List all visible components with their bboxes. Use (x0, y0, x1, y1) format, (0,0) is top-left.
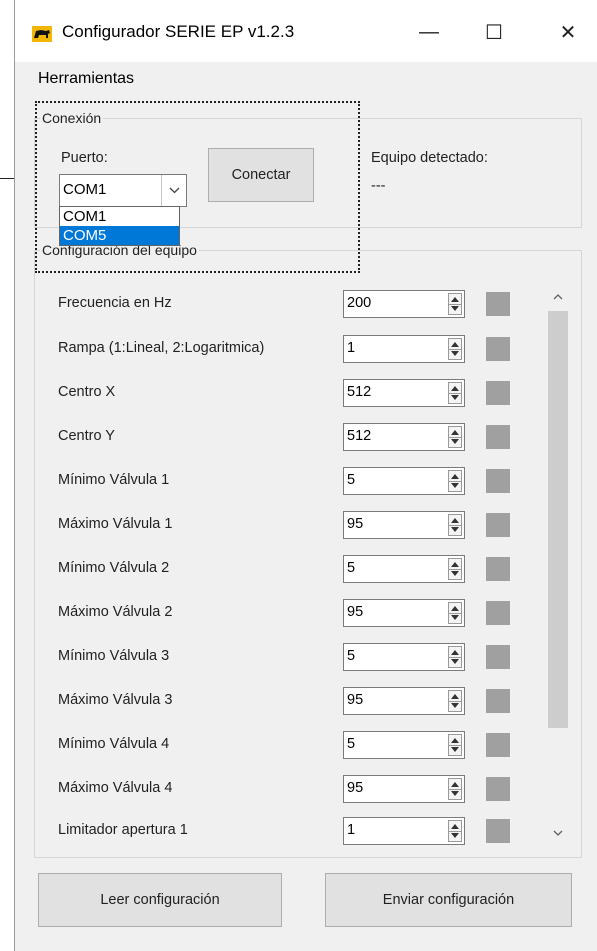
close-button[interactable]: ✕ (548, 14, 588, 50)
spinner-icon[interactable] (448, 338, 462, 360)
spinner-icon[interactable] (448, 426, 462, 448)
config-value-input[interactable]: 95 (343, 687, 465, 715)
spinner-icon[interactable] (448, 514, 462, 536)
config-row-label: Mínimo Válvula 1 (58, 472, 170, 488)
status-indicator (486, 513, 510, 537)
config-row-label: Centro Y (58, 428, 115, 444)
status-indicator (486, 733, 510, 757)
spinner-icon[interactable] (448, 382, 462, 404)
config-row: Frecuencia en Hz 200 (15, 290, 535, 320)
config-row: Máximo Válvula 3 95 (15, 687, 535, 717)
app-window: Configurador SERIE EP v1.2.3 — ☐ ✕ Herra… (14, 0, 597, 951)
config-value-input[interactable]: 5 (343, 643, 465, 671)
config-row-label: Máximo Válvula 1 (58, 516, 173, 532)
config-value-input[interactable]: 95 (343, 511, 465, 539)
maximize-button[interactable]: ☐ (474, 14, 514, 50)
spinner-icon[interactable] (448, 470, 462, 492)
config-value-input[interactable]: 95 (343, 775, 465, 803)
config-row-label: Limitador apertura 1 (58, 822, 188, 838)
config-row-label: Máximo Válvula 3 (58, 692, 173, 708)
spinner-icon[interactable] (448, 646, 462, 668)
config-row-label: Centro X (58, 384, 116, 400)
config-row: Máximo Válvula 4 95 (15, 775, 535, 805)
config-row-label: Frecuencia en Hz (58, 295, 172, 311)
config-row: Centro X 512 (15, 379, 535, 409)
status-indicator (486, 601, 510, 625)
config-row-label: Máximo Válvula 4 (58, 780, 173, 796)
spinner-icon[interactable] (448, 293, 462, 315)
window-title: Configurador SERIE EP v1.2.3 (62, 22, 295, 41)
minimize-button[interactable]: — (409, 14, 449, 50)
config-row-label: Máximo Válvula 2 (58, 604, 173, 620)
config-row: Máximo Válvula 1 95 (15, 511, 535, 541)
menu-herramientas[interactable]: Herramientas (38, 70, 134, 88)
config-scrollbar[interactable] (548, 283, 568, 845)
spinner-icon[interactable] (448, 602, 462, 624)
annotation-highlight-box (35, 101, 360, 273)
config-value-input[interactable]: 512 (343, 423, 465, 451)
menu-bar: Herramientas (15, 62, 597, 94)
config-row-label: Mínimo Válvula 2 (58, 560, 170, 576)
spinner-icon[interactable] (448, 734, 462, 756)
config-row-label: Mínimo Válvula 4 (58, 736, 170, 752)
config-row: Mínimo Válvula 2 5 (15, 555, 535, 585)
config-value-input[interactable]: 5 (343, 467, 465, 495)
status-indicator (486, 557, 510, 581)
config-row: Mínimo Válvula 3 5 (15, 643, 535, 673)
status-indicator (486, 777, 510, 801)
config-value-input[interactable]: 512 (343, 379, 465, 407)
config-row: Mínimo Válvula 1 5 (15, 467, 535, 497)
spinner-icon[interactable] (448, 558, 462, 580)
send-config-button[interactable]: Enviar configuración (325, 873, 572, 927)
spinner-icon[interactable] (448, 820, 462, 842)
config-value-input[interactable]: 5 (343, 731, 465, 759)
spinner-icon[interactable] (448, 778, 462, 800)
config-value-input[interactable]: 200 (343, 290, 465, 318)
title-bar: Configurador SERIE EP v1.2.3 — ☐ ✕ (15, 0, 597, 62)
config-row: Centro Y 512 (15, 423, 535, 453)
read-config-button[interactable]: Leer configuración (38, 873, 282, 927)
scroll-up-icon[interactable] (548, 287, 568, 307)
config-value-input[interactable]: 95 (343, 599, 465, 627)
config-row: Mínimo Válvula 4 5 (15, 731, 535, 761)
status-indicator (486, 689, 510, 713)
config-row: Rampa (1:Lineal, 2:Logaritmica) 1 (15, 335, 535, 365)
app-logo-icon (32, 26, 52, 42)
scrollbar-thumb[interactable] (548, 311, 568, 728)
config-row: Limitador apertura 1 1 (15, 817, 535, 847)
config-row-label: Rampa (1:Lineal, 2:Logaritmica) (58, 340, 265, 356)
status-indicator (486, 292, 510, 316)
status-indicator (486, 381, 510, 405)
config-row-label: Mínimo Válvula 3 (58, 648, 170, 664)
config-value-input[interactable]: 1 (343, 817, 465, 845)
detected-device-value: --- (371, 178, 386, 194)
status-indicator (486, 645, 510, 669)
config-value-input[interactable]: 5 (343, 555, 465, 583)
config-row: Máximo Válvula 2 95 (15, 599, 535, 629)
status-indicator (486, 469, 510, 493)
status-indicator (486, 425, 510, 449)
config-value-input[interactable]: 1 (343, 335, 465, 363)
status-indicator (486, 337, 510, 361)
scroll-down-icon[interactable] (548, 823, 568, 843)
spinner-icon[interactable] (448, 690, 462, 712)
status-indicator (486, 819, 510, 843)
detected-device-label: Equipo detectado: (371, 150, 488, 166)
